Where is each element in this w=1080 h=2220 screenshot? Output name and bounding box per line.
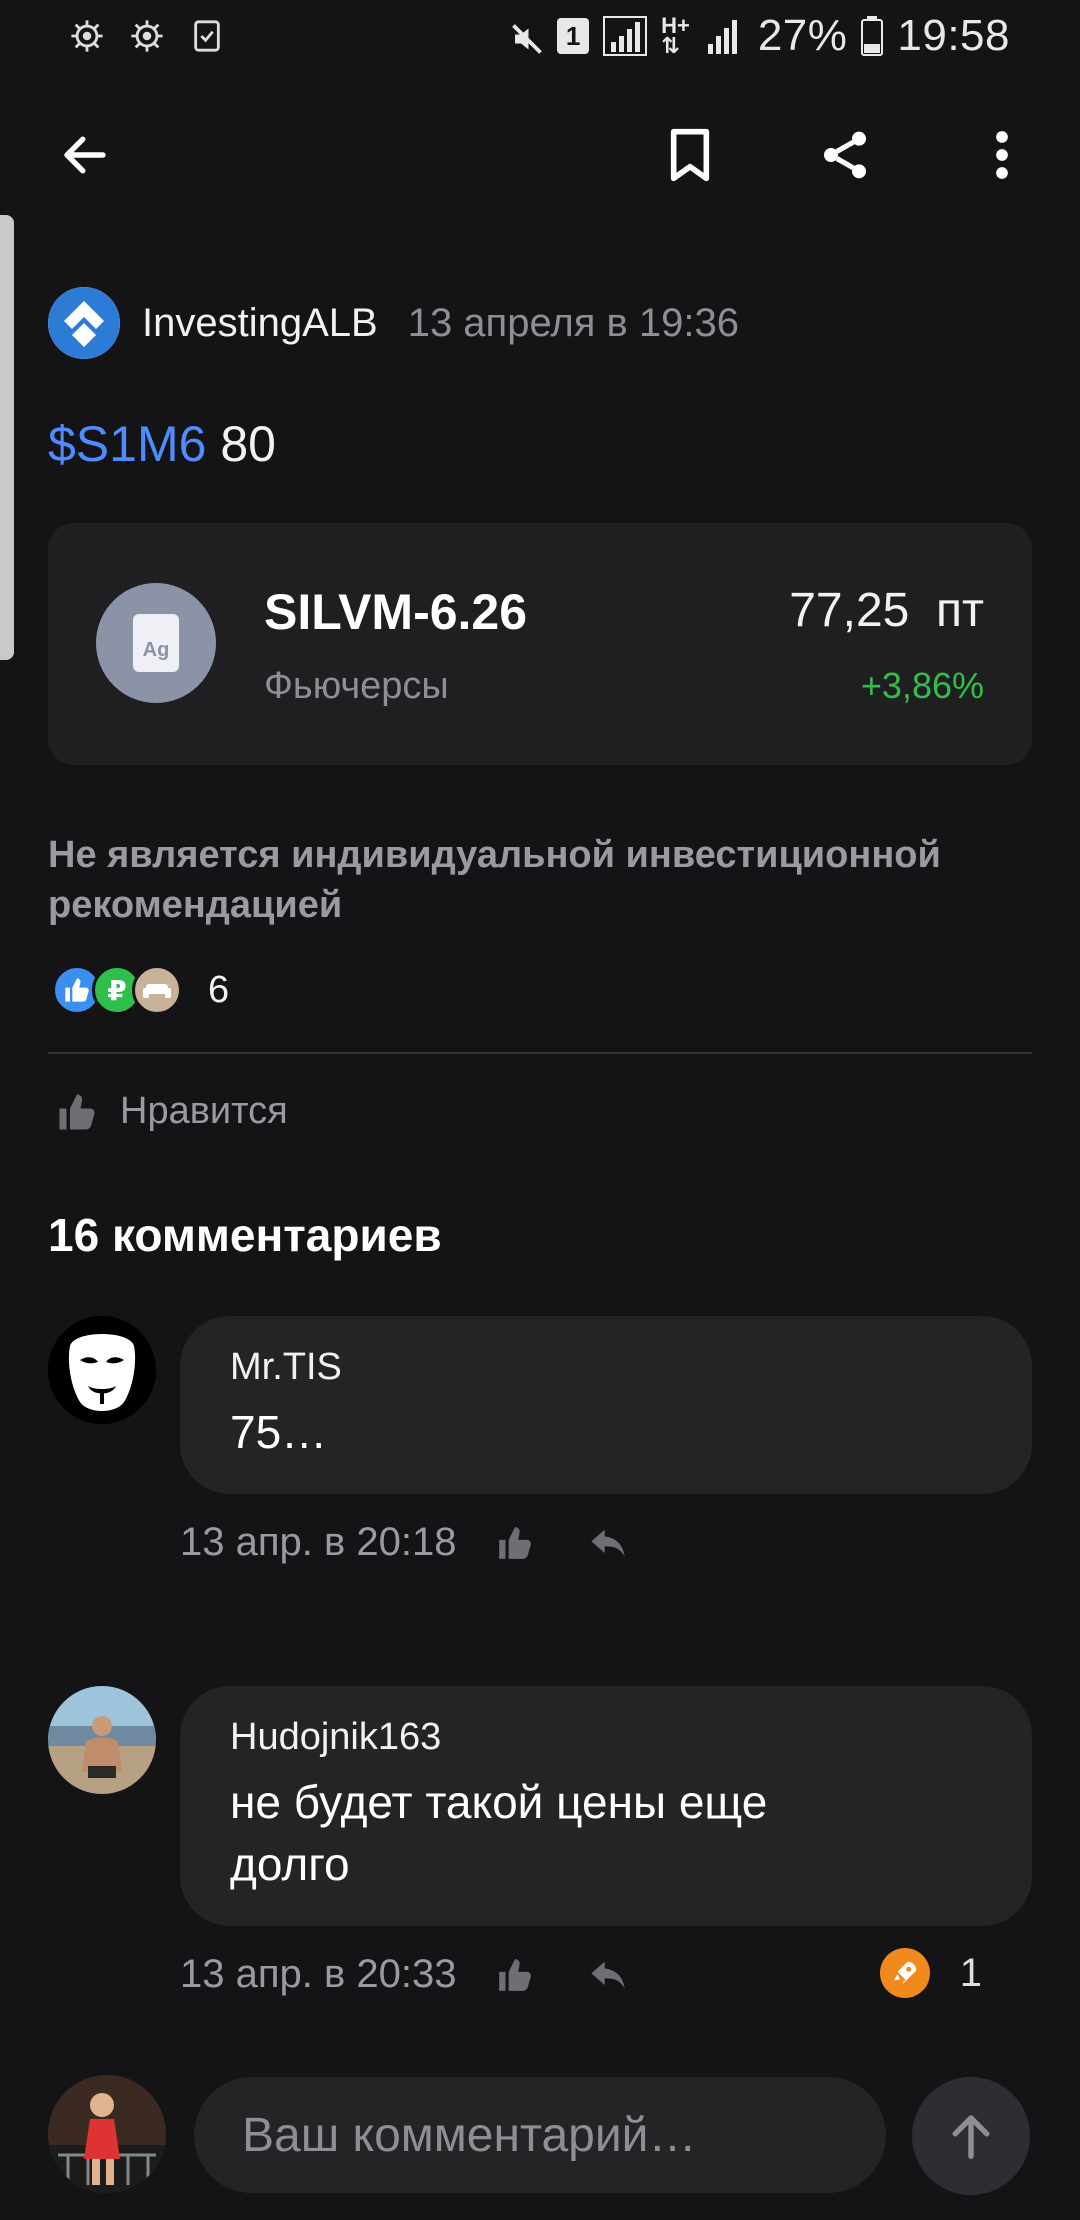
thumbs-up-icon (499, 1526, 532, 1559)
comment-time: 13 апр. в 20:33 (180, 1952, 457, 1996)
sofa-reaction-icon (132, 965, 182, 1015)
arrow-up-icon (952, 2115, 990, 2159)
reply-icon (591, 1529, 626, 1556)
comment-reaction-score[interactable]: 1 (879, 1948, 982, 1998)
settings-gear-icon (130, 19, 164, 53)
bookmark-button[interactable] (645, 110, 735, 200)
reaction-count: 1 (959, 1950, 982, 1995)
comment-time: 13 апр. в 20:18 (180, 1520, 457, 1564)
share-icon (824, 131, 866, 179)
commenter-avatar[interactable] (48, 1316, 156, 1424)
top-toolbar (0, 110, 1080, 200)
more-button[interactable] (957, 110, 1047, 200)
arrow-left-icon (64, 136, 106, 174)
like-label: Нравится (120, 1090, 288, 1132)
comment-author[interactable]: Hudojnik163 (230, 1716, 982, 1759)
sim-icon: 1 (557, 18, 590, 54)
clock: 19:58 (897, 11, 1010, 60)
thumbs-up-icon (499, 1958, 532, 1991)
reply-icon (591, 1961, 626, 1988)
signal-icon (603, 16, 648, 56)
author-avatar[interactable] (48, 287, 120, 359)
author-name[interactable]: InvestingALB (142, 301, 378, 346)
signal-icon (704, 16, 744, 56)
reactions-summary[interactable]: ₽ 6 (52, 965, 229, 1015)
bookmark-icon (670, 128, 710, 182)
comment-reply-button[interactable] (588, 1526, 628, 1560)
comment-bubble[interactable]: Mr.TIS 75… (180, 1316, 1032, 1494)
settings-gear-icon (70, 19, 104, 53)
instrument-card[interactable]: Ag SILVM-6.26 Фьючерсы 77,25 пт +3,86% (48, 523, 1032, 765)
disclaimer-text: Не является индивидуальной инвестиционно… (48, 834, 941, 926)
send-button[interactable] (912, 2077, 1030, 2195)
comment-input[interactable]: Ваш комментарий… (194, 2077, 886, 2193)
battery-icon (861, 16, 884, 56)
instrument-change: +3,86% (860, 665, 984, 706)
mute-icon (509, 19, 543, 54)
hplus-icon: H+ ⇅ (661, 13, 690, 58)
comment-composer: Ваш комментарий… (0, 2075, 1080, 2200)
post-author-row[interactable]: InvestingALB 13 апреля в 19:36 (48, 287, 739, 359)
thumbs-up-icon (59, 1094, 95, 1129)
scroll-indicator[interactable] (0, 215, 14, 660)
post-body: 80 (220, 416, 276, 472)
more-vertical-icon (996, 131, 1008, 179)
back-button[interactable] (40, 110, 130, 200)
instrument-type: Фьючерсы (264, 665, 449, 707)
instrument-name: SILVM-6.26 (264, 584, 528, 640)
status-bar: 1 H+ ⇅ 27% 19:58 (0, 0, 1080, 72)
share-button[interactable] (800, 110, 890, 200)
comment-bubble[interactable]: Hudojnik163 не будет такой цены еще долг… (180, 1686, 1032, 1926)
divider (48, 1052, 1032, 1054)
commenter-avatar[interactable] (48, 1686, 156, 1794)
battery-percent: 27% (757, 11, 848, 60)
rocket-reaction-icon (879, 1948, 930, 1998)
reactions-count: 6 (208, 968, 230, 1011)
instrument-icon-label: Ag (133, 614, 179, 672)
comments-count-title: 16 комментариев (48, 1209, 442, 1261)
comment-author[interactable]: Mr.TIS (230, 1346, 982, 1389)
instrument-price: 77,25 пт (789, 584, 984, 637)
user-avatar[interactable] (48, 2075, 166, 2193)
comment-reply-button[interactable] (588, 1958, 628, 1992)
comment-like-button[interactable] (496, 1524, 534, 1562)
silver-instrument-icon: Ag (96, 583, 216, 703)
post-date: 13 апреля в 19:36 (407, 300, 739, 345)
comment-text: не будет такой цены еще долго (230, 1776, 768, 1890)
comment-meta: 13 апр. в 20:33 (180, 1952, 628, 1997)
comment-text: 75… (230, 1406, 328, 1458)
like-button[interactable]: Нравится (56, 1090, 288, 1133)
comment-meta: 13 апр. в 20:18 (180, 1520, 628, 1565)
ticker-link[interactable]: $S1M6 (48, 416, 206, 472)
clipboard-check-icon (190, 19, 224, 53)
post-text: $S1M6 80 (48, 415, 276, 473)
comment-like-button[interactable] (496, 1956, 534, 1994)
